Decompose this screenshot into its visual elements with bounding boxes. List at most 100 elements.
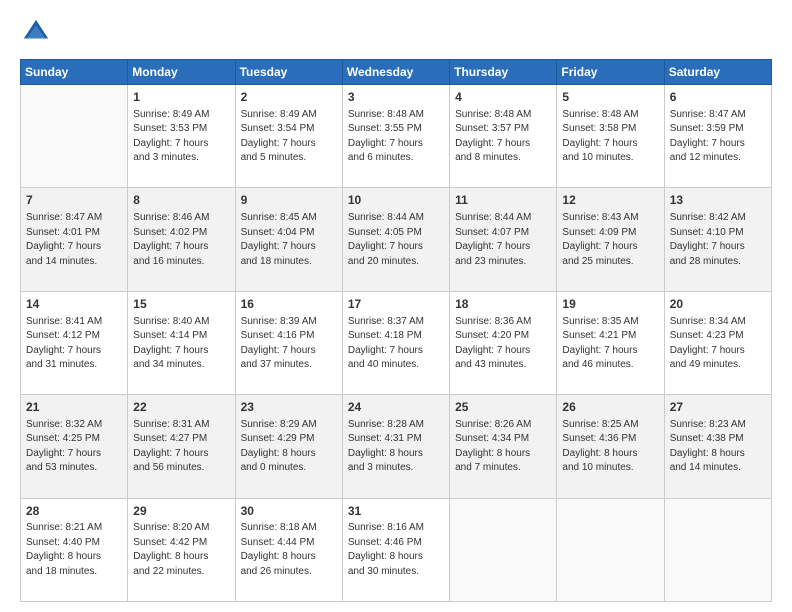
- calendar-cell: 25 Sunrise: 8:26 AMSunset: 4:34 PMDayligh…: [450, 395, 557, 498]
- day-info: Sunrise: 8:41 AMSunset: 4:12 PMDaylight:…: [26, 315, 122, 373]
- calendar-cell: 24 Sunrise: 8:28 AMSunset: 4:31 PMDayligh…: [342, 395, 449, 498]
- day-info: Sunrise: 8:48 AMSunset: 3:57 PMDaylight:…: [455, 108, 551, 166]
- calendar-cell: 9 Sunrise: 8:45 AMSunset: 4:04 PMDaylight…: [235, 188, 342, 291]
- calendar-cell: 17 Sunrise: 8:37 AMSunset: 4:18 PMDayligh…: [342, 291, 449, 394]
- day-number: 1: [133, 89, 229, 106]
- day-info: Sunrise: 8:34 AMSunset: 4:23 PMDaylight:…: [670, 315, 766, 373]
- day-info: Sunrise: 8:16 AMSunset: 4:46 PMDaylight:…: [348, 521, 444, 579]
- day-info: Sunrise: 8:25 AMSunset: 4:36 PMDaylight:…: [562, 418, 658, 476]
- calendar-cell: 11 Sunrise: 8:44 AMSunset: 4:07 PMDayligh…: [450, 188, 557, 291]
- day-number: 28: [26, 503, 122, 520]
- day-header-wednesday: Wednesday: [342, 60, 449, 85]
- day-info: Sunrise: 8:20 AMSunset: 4:42 PMDaylight:…: [133, 521, 229, 579]
- calendar-cell: 22Sunrise: 8:31 AMSunset: 4:27 PMDayligh…: [128, 395, 235, 498]
- calendar-cell: 19 Sunrise: 8:35 AMSunset: 4:21 PMDayligh…: [557, 291, 664, 394]
- calendar-cell: 30Sunrise: 8:18 AMSunset: 4:44 PMDayligh…: [235, 498, 342, 601]
- calendar-cell: 8 Sunrise: 8:46 AMSunset: 4:02 PMDaylight…: [128, 188, 235, 291]
- calendar-cell: 7Sunrise: 8:47 AMSunset: 4:01 PMDaylight…: [21, 188, 128, 291]
- calendar-cell: 28Sunrise: 8:21 AMSunset: 4:40 PMDayligh…: [21, 498, 128, 601]
- day-number: 12: [562, 192, 658, 209]
- calendar-cell: 16 Sunrise: 8:39 AMSunset: 4:16 PMDayligh…: [235, 291, 342, 394]
- day-number: 31: [348, 503, 444, 520]
- calendar-cell: [450, 498, 557, 601]
- calendar-cell: 21 Sunrise: 8:32 AMSunset: 4:25 PMDayligh…: [21, 395, 128, 498]
- day-number: 24: [348, 399, 444, 416]
- calendar-cell: 29Sunrise: 8:20 AMSunset: 4:42 PMDayligh…: [128, 498, 235, 601]
- calendar-table: SundayMondayTuesdayWednesdayThursdayFrid…: [20, 59, 772, 602]
- day-info: Sunrise: 8:23 AMSunset: 4:38 PMDaylight:…: [670, 418, 766, 476]
- calendar-cell: 18 Sunrise: 8:36 AMSunset: 4:20 PMDayligh…: [450, 291, 557, 394]
- day-info: Sunrise: 8:39 AMSunset: 4:16 PMDaylight:…: [241, 315, 337, 373]
- header-row: SundayMondayTuesdayWednesdayThursdayFrid…: [21, 60, 772, 85]
- day-header-tuesday: Tuesday: [235, 60, 342, 85]
- day-number: 30: [241, 503, 337, 520]
- day-info: Sunrise: 8:48 AMSunset: 3:55 PMDaylight:…: [348, 108, 444, 166]
- day-info: Sunrise: 8:40 AMSunset: 4:14 PMDaylight:…: [133, 315, 229, 373]
- calendar-cell: 6 Sunrise: 8:47 AMSunset: 3:59 PMDaylight…: [664, 85, 771, 188]
- day-info: Sunrise: 8:32 AMSunset: 4:25 PMDaylight:…: [26, 418, 122, 476]
- header: [20, 18, 772, 51]
- calendar-cell: [557, 498, 664, 601]
- day-number: 13: [670, 192, 766, 209]
- week-row-2: 7Sunrise: 8:47 AMSunset: 4:01 PMDaylight…: [21, 188, 772, 291]
- calendar-cell: 5Sunrise: 8:48 AMSunset: 3:58 PMDaylight…: [557, 85, 664, 188]
- calendar-cell: 23Sunrise: 8:29 AMSunset: 4:29 PMDayligh…: [235, 395, 342, 498]
- day-number: 18: [455, 296, 551, 313]
- day-info: Sunrise: 8:36 AMSunset: 4:20 PMDaylight:…: [455, 315, 551, 373]
- day-number: 6: [670, 89, 766, 106]
- calendar-cell: 27Sunrise: 8:23 AMSunset: 4:38 PMDayligh…: [664, 395, 771, 498]
- day-number: 25: [455, 399, 551, 416]
- week-row-4: 21 Sunrise: 8:32 AMSunset: 4:25 PMDayligh…: [21, 395, 772, 498]
- day-number: 17: [348, 296, 444, 313]
- day-number: 21: [26, 399, 122, 416]
- day-number: 15: [133, 296, 229, 313]
- day-info: Sunrise: 8:26 AMSunset: 4:34 PMDaylight:…: [455, 418, 551, 476]
- day-number: 4: [455, 89, 551, 106]
- calendar-cell: 3 Sunrise: 8:48 AMSunset: 3:55 PMDaylight…: [342, 85, 449, 188]
- day-info: Sunrise: 8:47 AMSunset: 3:59 PMDaylight:…: [670, 108, 766, 166]
- day-number: 29: [133, 503, 229, 520]
- day-info: Sunrise: 8:43 AMSunset: 4:09 PMDaylight:…: [562, 211, 658, 269]
- day-number: 8: [133, 192, 229, 209]
- day-info: Sunrise: 8:35 AMSunset: 4:21 PMDaylight:…: [562, 315, 658, 373]
- day-info: Sunrise: 8:49 AMSunset: 3:54 PMDaylight:…: [241, 108, 337, 166]
- day-number: 23: [241, 399, 337, 416]
- day-number: 19: [562, 296, 658, 313]
- day-number: 16: [241, 296, 337, 313]
- day-number: 11: [455, 192, 551, 209]
- calendar-cell: 20Sunrise: 8:34 AMSunset: 4:23 PMDayligh…: [664, 291, 771, 394]
- day-number: 9: [241, 192, 337, 209]
- calendar-header: SundayMondayTuesdayWednesdayThursdayFrid…: [21, 60, 772, 85]
- day-number: 3: [348, 89, 444, 106]
- day-number: 10: [348, 192, 444, 209]
- calendar-cell: 13Sunrise: 8:42 AMSunset: 4:10 PMDayligh…: [664, 188, 771, 291]
- day-info: Sunrise: 8:18 AMSunset: 4:44 PMDaylight:…: [241, 521, 337, 579]
- calendar-body: 1Sunrise: 8:49 AMSunset: 3:53 PMDaylight…: [21, 85, 772, 602]
- day-info: Sunrise: 8:44 AMSunset: 4:07 PMDaylight:…: [455, 211, 551, 269]
- calendar-cell: 4 Sunrise: 8:48 AMSunset: 3:57 PMDaylight…: [450, 85, 557, 188]
- calendar-cell: 14Sunrise: 8:41 AMSunset: 4:12 PMDayligh…: [21, 291, 128, 394]
- calendar-cell: [664, 498, 771, 601]
- logo: [20, 18, 50, 51]
- calendar-cell: 15 Sunrise: 8:40 AMSunset: 4:14 PMDayligh…: [128, 291, 235, 394]
- day-info: Sunrise: 8:37 AMSunset: 4:18 PMDaylight:…: [348, 315, 444, 373]
- day-info: Sunrise: 8:45 AMSunset: 4:04 PMDaylight:…: [241, 211, 337, 269]
- day-info: Sunrise: 8:21 AMSunset: 4:40 PMDaylight:…: [26, 521, 122, 579]
- day-header-sunday: Sunday: [21, 60, 128, 85]
- calendar-cell: [21, 85, 128, 188]
- calendar-cell: 10 Sunrise: 8:44 AMSunset: 4:05 PMDayligh…: [342, 188, 449, 291]
- day-info: Sunrise: 8:44 AMSunset: 4:05 PMDaylight:…: [348, 211, 444, 269]
- day-info: Sunrise: 8:28 AMSunset: 4:31 PMDaylight:…: [348, 418, 444, 476]
- day-number: 26: [562, 399, 658, 416]
- calendar-cell: 12 Sunrise: 8:43 AMSunset: 4:09 PMDayligh…: [557, 188, 664, 291]
- day-header-saturday: Saturday: [664, 60, 771, 85]
- day-header-monday: Monday: [128, 60, 235, 85]
- day-number: 5: [562, 89, 658, 106]
- day-number: 2: [241, 89, 337, 106]
- week-row-3: 14Sunrise: 8:41 AMSunset: 4:12 PMDayligh…: [21, 291, 772, 394]
- page: SundayMondayTuesdayWednesdayThursdayFrid…: [0, 0, 792, 612]
- day-number: 22: [133, 399, 229, 416]
- calendar-cell: 2 Sunrise: 8:49 AMSunset: 3:54 PMDaylight…: [235, 85, 342, 188]
- week-row-5: 28Sunrise: 8:21 AMSunset: 4:40 PMDayligh…: [21, 498, 772, 601]
- day-info: Sunrise: 8:46 AMSunset: 4:02 PMDaylight:…: [133, 211, 229, 269]
